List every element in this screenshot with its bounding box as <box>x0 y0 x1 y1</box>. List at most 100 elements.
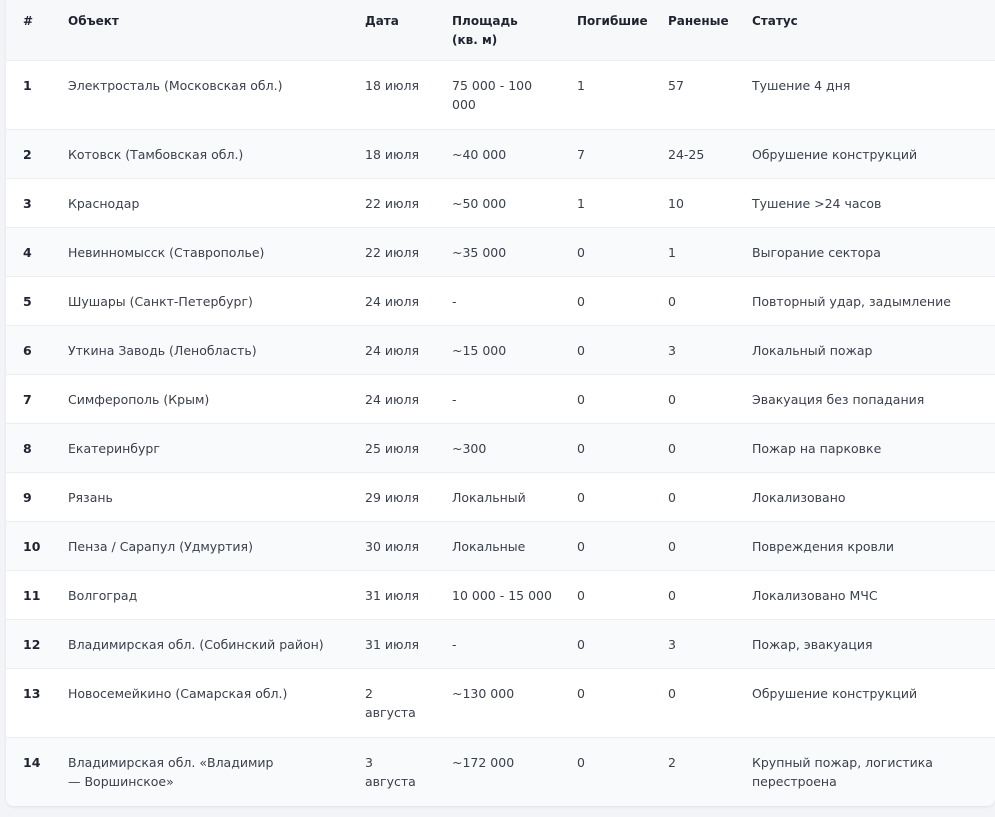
cell-injured: 24-25 <box>668 146 705 162</box>
cell-injured: 0 <box>668 538 676 554</box>
table-row: 1 Электросталь (Московская обл.) 18 июля… <box>6 60 995 129</box>
cell-area: ~300 <box>452 440 487 456</box>
cell-dead: 0 <box>577 587 585 603</box>
cell-area: ~35 000 <box>452 244 507 260</box>
cell-injured: 0 <box>668 587 676 603</box>
header-injured: Раненые <box>668 14 729 28</box>
cell-area: - <box>452 636 457 652</box>
cell-date: 31 июля <box>365 636 420 652</box>
cell-status: Локализовано <box>752 489 846 505</box>
table-header-row: # Объект Дата Площадь (кв. м) Погибшие Р… <box>6 0 995 60</box>
cell-status: Обрушение конструкций <box>752 685 918 701</box>
cell-num: 1 <box>23 77 32 93</box>
cell-area: Локальные <box>452 538 526 554</box>
table-row: 14 Владимирская обл. «Владимир — Воршинс… <box>6 737 995 806</box>
incidents-table: # Объект Дата Площадь (кв. м) Погибшие Р… <box>6 0 995 806</box>
cell-num: 6 <box>23 342 32 358</box>
table-row: 13 Новосемейкино (Самарская обл.) 2 авгу… <box>6 668 995 737</box>
cell-dead: 1 <box>577 77 585 93</box>
cell-status: Локальный пожар <box>752 342 873 358</box>
cell-area: - <box>452 391 457 407</box>
cell-date: 22 июля <box>365 195 420 211</box>
cell-object: Невинномысск (Ставрополье) <box>68 244 265 260</box>
cell-status: Выгорание сектора <box>752 244 881 260</box>
cell-status: Локализовано МЧС <box>752 587 878 603</box>
cell-injured: 3 <box>668 342 676 358</box>
cell-date: 18 июля <box>365 146 420 162</box>
cell-area: 75 000 - 100 000 <box>452 77 533 112</box>
cell-injured: 10 <box>668 195 684 211</box>
cell-status: Повторный удар, задымление <box>752 293 951 309</box>
cell-dead: 0 <box>577 440 585 456</box>
table-row: 7 Симферополь (Крым) 24 июля - 0 0 Эваку… <box>6 374 995 423</box>
cell-area: ~15 000 <box>452 342 507 358</box>
cell-date: 25 июля <box>365 440 420 456</box>
table-row: 4 Невинномысск (Ставрополье) 22 июля ~35… <box>6 227 995 276</box>
cell-date: 24 июля <box>365 391 420 407</box>
cell-num: 10 <box>23 538 41 554</box>
table-row: 10 Пенза / Сарапул (Удмуртия) 30 июля Ло… <box>6 521 995 570</box>
table-row: 3 Краснодар 22 июля ~50 000 1 10 Тушение… <box>6 178 995 227</box>
cell-status: Эвакуация без попадания <box>752 391 925 407</box>
cell-object: Шушары (Санкт-Петербург) <box>68 293 253 309</box>
cell-status: Пожар, эвакуация <box>752 636 873 652</box>
cell-object: Уткина Заводь (Ленобласть) <box>68 342 257 358</box>
table-row: 11 Волгоград 31 июля 10 000 - 15 000 0 0… <box>6 570 995 619</box>
cell-dead: 0 <box>577 293 585 309</box>
cell-injured: 3 <box>668 636 676 652</box>
cell-status: Пожар на парковке <box>752 440 882 456</box>
cell-date: 24 июля <box>365 342 420 358</box>
cell-object: Владимирская обл. (Собинский район) <box>68 636 324 652</box>
cell-dead: 0 <box>577 244 585 260</box>
cell-num: 9 <box>23 489 32 505</box>
table-row: 2 Котовск (Тамбовская обл.) 18 июля ~40 … <box>6 129 995 178</box>
cell-dead: 1 <box>577 195 585 211</box>
cell-status: Тушение >24 часов <box>752 195 882 211</box>
cell-dead: 0 <box>577 685 585 701</box>
cell-num: 8 <box>23 440 32 456</box>
cell-injured: 0 <box>668 293 676 309</box>
cell-date: 22 июля <box>365 244 420 260</box>
header-status: Статус <box>752 14 798 28</box>
cell-dead: 7 <box>577 146 585 162</box>
cell-injured: 0 <box>668 440 676 456</box>
cell-object: Симферополь (Крым) <box>68 391 210 407</box>
cell-date: 30 июля <box>365 538 420 554</box>
cell-date: 18 июля <box>365 77 420 93</box>
cell-object: Рязань <box>68 489 113 505</box>
cell-date: 3 августа <box>365 754 416 789</box>
header-date: Дата <box>365 14 399 28</box>
cell-area: - <box>452 293 457 309</box>
cell-object: Пенза / Сарапул (Удмуртия) <box>68 538 253 554</box>
cell-num: 2 <box>23 146 32 162</box>
cell-object: Волгоград <box>68 587 138 603</box>
incidents-table-card: # Объект Дата Площадь (кв. м) Погибшие Р… <box>6 0 995 806</box>
cell-date: 2 августа <box>365 685 416 720</box>
cell-num: 13 <box>23 685 41 701</box>
table-row: 8 Екатеринбург 25 июля ~300 0 0 Пожар на… <box>6 423 995 472</box>
cell-object: Краснодар <box>68 195 140 211</box>
header-area: Площадь (кв. м) <box>452 14 518 47</box>
cell-num: 5 <box>23 293 32 309</box>
cell-area: ~50 000 <box>452 195 507 211</box>
cell-num: 3 <box>23 195 32 211</box>
cell-date: 29 июля <box>365 489 420 505</box>
cell-object: Электросталь (Московская обл.) <box>68 77 283 93</box>
cell-status: Повреждения кровли <box>752 538 895 554</box>
cell-date: 24 июля <box>365 293 420 309</box>
cell-injured: 0 <box>668 391 676 407</box>
cell-dead: 0 <box>577 754 585 770</box>
header-dead: Погибшие <box>577 14 648 28</box>
cell-dead: 0 <box>577 538 585 554</box>
header-object: Объект <box>68 14 119 28</box>
cell-area: ~40 000 <box>452 146 507 162</box>
cell-area: ~130 000 <box>452 685 515 701</box>
cell-object: Котовск (Тамбовская обл.) <box>68 146 244 162</box>
cell-dead: 0 <box>577 391 585 407</box>
cell-num: 12 <box>23 636 41 652</box>
table-row: 9 Рязань 29 июля Локальный 0 0 Локализов… <box>6 472 995 521</box>
cell-object: Владимирская обл. «Владимир — Воршинское… <box>68 754 274 789</box>
cell-dead: 0 <box>577 489 585 505</box>
cell-object: Новосемейкино (Самарская обл.) <box>68 685 288 701</box>
cell-injured: 0 <box>668 685 676 701</box>
